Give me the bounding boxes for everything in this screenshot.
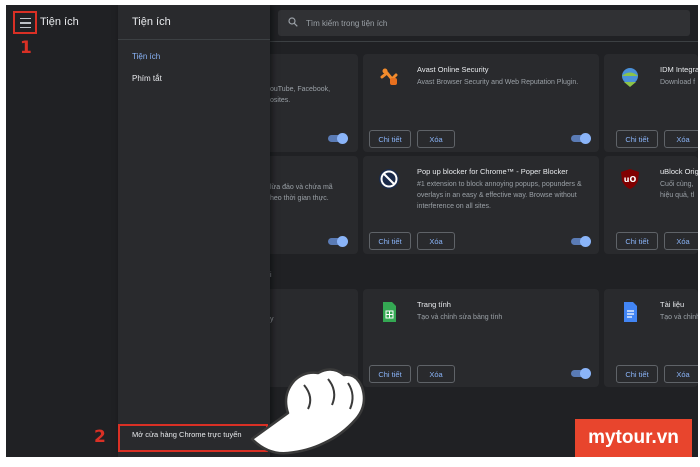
remove-button[interactable]: Xóa xyxy=(417,130,455,148)
details-button[interactable]: Chi tiết xyxy=(616,130,658,148)
remove-button[interactable]: Xóa xyxy=(417,232,455,250)
extension-description: Tạo và chỉnh sửa bảng tính xyxy=(417,314,503,321)
details-button[interactable]: Chi tiết xyxy=(369,232,411,250)
docs-icon xyxy=(624,302,637,322)
search-bar[interactable] xyxy=(278,10,690,36)
drawer-divider xyxy=(118,39,270,40)
extension-description: #1 extension to block annoying popups, p… xyxy=(417,181,582,210)
top-left-bar: Tiện ích 1 xyxy=(6,5,118,457)
remove-button[interactable]: Xóa xyxy=(664,130,698,148)
extension-card-docs: Tài liệu Tạo và chỉnh Chi tiết Xóa xyxy=(604,289,698,387)
page-title: Tiện ích xyxy=(40,16,79,28)
extension-name: uBlock Orig xyxy=(660,167,698,176)
extension-card-ublock: uO uBlock Orig Cuối cùng, hiệu quả, tl C… xyxy=(604,156,698,254)
extension-description: Tạo và chỉnh xyxy=(660,314,698,321)
enable-toggle[interactable] xyxy=(571,236,591,247)
drawer-item-extensions[interactable]: Tiện ích xyxy=(132,52,160,61)
search-input[interactable] xyxy=(306,13,676,33)
enable-toggle[interactable] xyxy=(328,236,348,247)
menu-highlight-box xyxy=(13,11,37,34)
enable-toggle[interactable] xyxy=(571,133,591,144)
extension-name: Pop up blocker for Chrome™ - Poper Block… xyxy=(417,167,568,176)
extension-description: Avast Browser Security and Web Reputatio… xyxy=(417,79,579,86)
step-number-2: 2 xyxy=(94,427,106,447)
extension-name: IDM Integra xyxy=(660,65,698,74)
section-heading-fragment: i xyxy=(270,272,272,279)
avast-icon xyxy=(380,68,398,85)
header-divider xyxy=(270,41,698,42)
step-number-1: 1 xyxy=(20,38,32,58)
mytour-watermark: mytour.vn xyxy=(575,419,692,457)
extension-card-sheets: Trang tính Tạo và chỉnh sửa bảng tính Ch… xyxy=(363,289,599,387)
card-desc-line: y xyxy=(270,316,274,323)
extension-card-poper-blocker: Pop up blocker for Chrome™ - Poper Block… xyxy=(363,156,599,254)
svg-text:uO: uO xyxy=(624,175,637,184)
card-desc-line: heo thời gian thực. xyxy=(270,195,329,202)
details-button[interactable]: Chi tiết xyxy=(616,365,658,383)
idm-icon xyxy=(622,68,638,87)
extensions-window: Tiện ích 1 ouTube, Facebook, osites. Ava… xyxy=(6,5,698,457)
enable-toggle[interactable] xyxy=(571,368,591,379)
card-desc-line: Cuối cùng, xyxy=(660,181,694,188)
ublock-icon: uO xyxy=(621,169,639,189)
card-desc-line: ouTube, Facebook, xyxy=(270,86,331,93)
search-icon xyxy=(288,17,298,27)
remove-button[interactable]: Xóa xyxy=(664,232,698,250)
sheets-icon xyxy=(383,302,396,322)
card-desc-line: lừa đảo và chứa mã xyxy=(270,184,333,191)
poper-blocker-icon xyxy=(379,169,399,189)
enable-toggle[interactable] xyxy=(328,133,348,144)
card-desc-line: hiệu quả, tl xyxy=(660,192,695,199)
details-button[interactable]: Chi tiết xyxy=(369,130,411,148)
extension-name: Avast Online Security xyxy=(417,65,489,74)
extension-card-idm: IDM Integra Download f Chi tiết Xóa xyxy=(604,54,698,152)
extension-description: Download f xyxy=(660,79,696,86)
extension-card-avast: Avast Online Security Avast Browser Secu… xyxy=(363,54,599,152)
details-button[interactable]: Chi tiết xyxy=(616,232,658,250)
drawer-item-shortcuts[interactable]: Phím tắt xyxy=(132,74,162,83)
remove-button[interactable]: Xóa xyxy=(417,365,455,383)
card-desc-line: osites. xyxy=(270,97,291,104)
remove-button[interactable]: Xóa xyxy=(664,365,698,383)
pointing-hand-icon xyxy=(250,368,366,455)
extension-name: Tài liệu xyxy=(660,300,685,309)
extension-name: Trang tính xyxy=(417,300,451,309)
drawer-title: Tiện ích xyxy=(132,16,171,28)
